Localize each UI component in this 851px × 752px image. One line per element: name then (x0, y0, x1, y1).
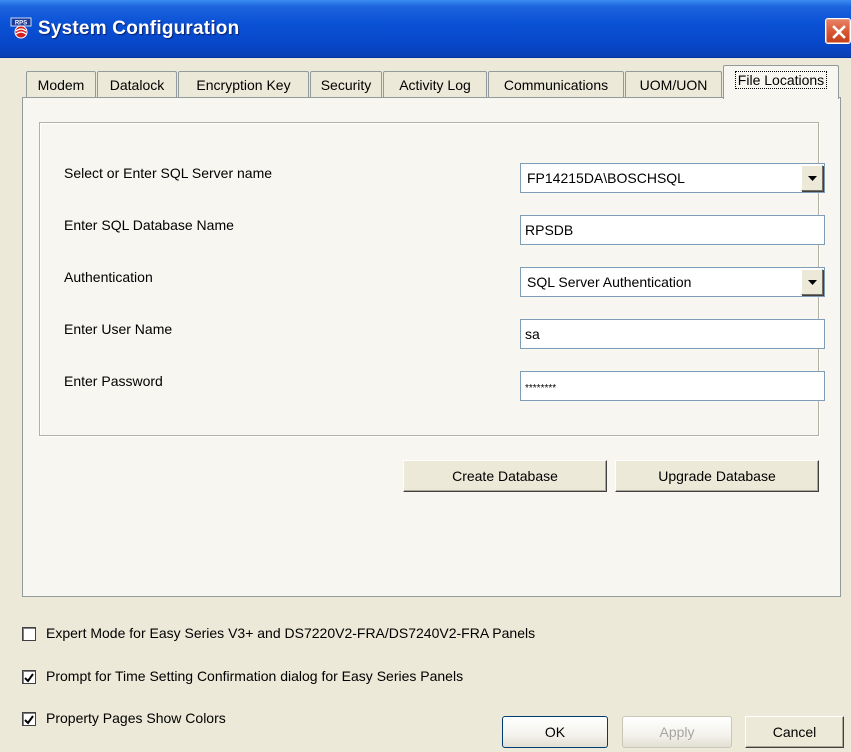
tab-encryption-key[interactable]: Encryption Key (178, 71, 309, 99)
tab-file-locations[interactable]: File Locations (723, 65, 839, 99)
tab-uom-uon[interactable]: UOM/UON (625, 71, 722, 99)
authentication-label: Authentication (64, 269, 153, 285)
authentication-dropdown-button[interactable] (801, 269, 823, 295)
property-pages-colors-checkbox[interactable] (22, 712, 36, 726)
upgrade-database-label: Upgrade Database (658, 468, 776, 484)
prompt-time-setting-label: Prompt for Time Setting Confirmation dia… (46, 668, 464, 684)
ok-button[interactable]: OK (502, 716, 608, 748)
expert-mode-label: Expert Mode for Easy Series V3+ and DS72… (46, 625, 536, 641)
title-bar[interactable]: RPS System Configuration (0, 0, 851, 58)
authentication-value: SQL Server Authentication (527, 274, 692, 290)
server-name-combo[interactable]: FP14215DA\BOSCHSQL (520, 163, 825, 193)
ok-label: OK (544, 724, 566, 740)
close-button[interactable] (825, 18, 851, 44)
window-title: System Configuration (38, 18, 240, 39)
database-name-input[interactable] (520, 215, 825, 245)
create-database-label: Create Database (452, 468, 558, 484)
tab-panel-file-locations: Select or Enter SQL Server name FP14215D… (22, 97, 841, 597)
tab-datalock[interactable]: Datalock (97, 71, 177, 99)
expert-mode-checkbox[interactable] (22, 627, 36, 641)
chevron-down-icon (808, 176, 817, 181)
apply-button[interactable]: Apply (622, 716, 732, 748)
chevron-down-icon (808, 280, 817, 285)
create-database-button[interactable]: Create Database (403, 460, 607, 492)
cancel-label: Cancel (772, 724, 817, 740)
database-settings-group: Select or Enter SQL Server name FP14215D… (39, 122, 825, 436)
property-pages-colors-label: Property Pages Show Colors (46, 710, 226, 726)
server-name-label: Select or Enter SQL Server name (64, 165, 273, 181)
server-name-value: FP14215DA\BOSCHSQL (527, 170, 685, 186)
rps-app-icon: RPS (10, 17, 32, 39)
tab-activity-log[interactable]: Activity Log (383, 71, 487, 99)
apply-label: Apply (659, 724, 695, 740)
user-name-label: Enter User Name (64, 321, 173, 337)
server-dropdown-button[interactable] (801, 165, 823, 191)
password-label: Enter Password (64, 373, 163, 389)
password-value: ******** (525, 383, 557, 394)
checkmark-icon (24, 715, 34, 725)
user-name-input[interactable] (520, 319, 825, 349)
upgrade-database-button[interactable]: Upgrade Database (615, 460, 819, 492)
close-icon (832, 25, 846, 39)
password-input[interactable]: ******** (520, 371, 825, 401)
cancel-button[interactable]: Cancel (745, 716, 844, 748)
tab-communications[interactable]: Communications (488, 71, 624, 99)
prompt-time-setting-checkbox[interactable] (22, 670, 36, 684)
tab-security[interactable]: Security (310, 71, 382, 99)
database-name-label: Enter SQL Database Name (64, 217, 234, 233)
tab-modem[interactable]: Modem (26, 71, 96, 99)
checkmark-icon (24, 673, 34, 683)
authentication-combo[interactable]: SQL Server Authentication (520, 267, 825, 297)
